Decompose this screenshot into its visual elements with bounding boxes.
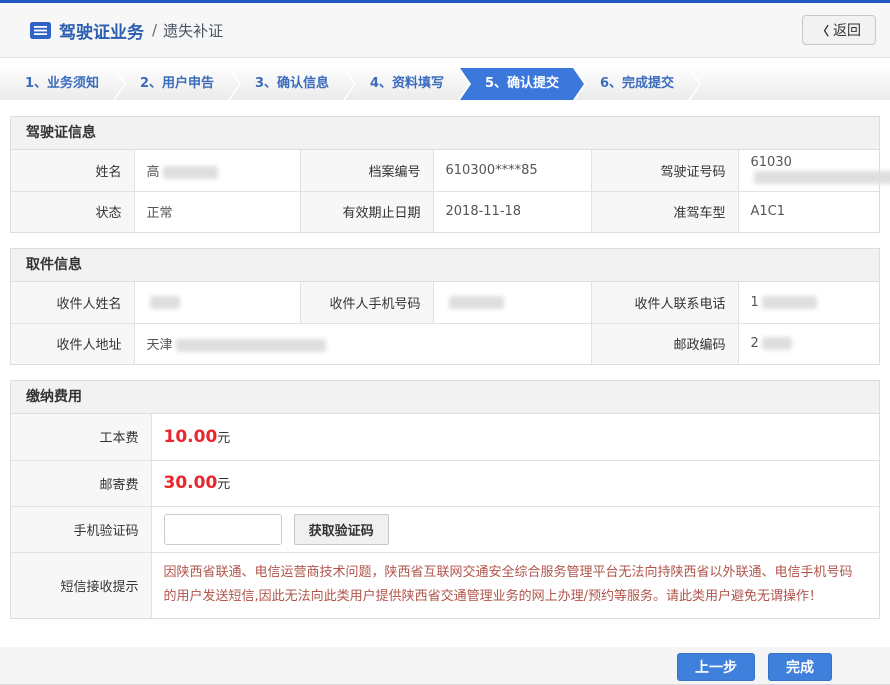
page: 驾驶证业务 / 遗失补证 〈 返回 1、业务须知 2、用户申告 3、确认信息 4… (0, 0, 890, 685)
section-pickup-info: 取件信息 收件人姓名 收件人手机号码 收件人联系电话 1 收件人地址 天津 邮政… (10, 248, 880, 365)
breadcrumb-current: 遗失补证 (163, 20, 223, 41)
step-tabs: 1、业务须知 2、用户申告 3、确认信息 4、资料填写 5、确认提交 6、完成提… (0, 68, 890, 100)
table-row: 手机验证码 获取验证码 (11, 506, 879, 552)
recipient-name-value (134, 282, 300, 323)
vehicle-class-label: 准驾车型 (591, 191, 738, 232)
previous-step-button[interactable]: 上一步 (677, 653, 755, 681)
license-info-table: 姓名 高 档案编号 610300****85 驾驶证号码 61030 状态 正常… (11, 150, 879, 232)
production-fee-value: 10.00元 (151, 414, 879, 460)
production-fee-unit: 元 (217, 431, 230, 446)
production-fee-amount: 10.00 (164, 427, 218, 447)
license-number-label: 驾驶证号码 (591, 150, 738, 191)
sms-code-input[interactable] (164, 514, 282, 545)
table-row: 收件人地址 天津 邮政编码 2 (11, 323, 879, 364)
section-license-title: 驾驶证信息 (11, 117, 879, 150)
status-value: 正常 (134, 191, 300, 232)
production-fee-label: 工本费 (11, 414, 151, 460)
tab-step-1[interactable]: 1、业务须知 (0, 68, 124, 100)
redacted-text (176, 339, 326, 352)
file-number-value: 610300****85 (433, 150, 591, 191)
recipient-phone-label: 收件人联系电话 (591, 282, 738, 323)
back-button-label: 返回 (833, 20, 861, 40)
fees-table: 工本费 10.00元 邮寄费 30.00元 手机验证码 获取验证码 短信接收提示 (11, 414, 879, 618)
mail-fee-amount: 30.00 (164, 473, 218, 493)
section-pickup-title: 取件信息 (11, 249, 879, 282)
tab-step-3[interactable]: 3、确认信息 (230, 68, 354, 100)
postal-code-label: 邮政编码 (591, 323, 738, 364)
mail-fee-unit: 元 (217, 477, 230, 492)
table-row: 状态 正常 有效期止日期 2018-11-18 准驾车型 A1C1 (11, 191, 879, 232)
redacted-text (150, 296, 180, 309)
table-row: 收件人姓名 收件人手机号码 收件人联系电话 1 (11, 282, 879, 323)
pickup-info-table: 收件人姓名 收件人手机号码 收件人联系电话 1 收件人地址 天津 邮政编码 2 (11, 282, 879, 364)
sms-notice-cell: 因陕西省联通、电信运营商技术问题，陕西省互联网交通安全综合服务管理平台无法向持陕… (151, 552, 879, 618)
redacted-text (754, 171, 890, 184)
table-row: 姓名 高 档案编号 610300****85 驾驶证号码 61030 (11, 150, 879, 191)
recipient-phone-value: 1 (738, 282, 879, 323)
back-chevron-icon: 〈 (817, 22, 829, 39)
table-row: 短信接收提示 因陕西省联通、电信运营商技术问题，陕西省互联网交通安全综合服务管理… (11, 552, 879, 618)
tab-step-4[interactable]: 4、资料填写 (345, 68, 469, 100)
mail-fee-label: 邮寄费 (11, 460, 151, 506)
file-number-label: 档案编号 (300, 150, 433, 191)
recipient-mobile-label: 收件人手机号码 (300, 282, 433, 323)
get-sms-code-button[interactable]: 获取验证码 (294, 514, 389, 545)
tab-step-5-active[interactable]: 5、确认提交 (460, 68, 584, 100)
recipient-name-label: 收件人姓名 (11, 282, 134, 323)
recipient-address-value: 天津 (134, 323, 591, 364)
header: 驾驶证业务 / 遗失补证 〈 返回 (0, 3, 890, 58)
redacted-text (163, 166, 218, 179)
sms-code-label: 手机验证码 (11, 506, 151, 552)
sms-notice-text: 因陕西省联通、电信运营商技术问题，陕西省互联网交通安全综合服务管理平台无法向持陕… (164, 561, 865, 610)
section-fees-title: 缴纳费用 (11, 381, 879, 414)
vehicle-class-value: A1C1 (738, 191, 879, 232)
section-license-info: 驾驶证信息 姓名 高 档案编号 610300****85 驾驶证号码 61030… (10, 116, 880, 233)
back-button[interactable]: 〈 返回 (802, 15, 876, 45)
footer-actions: 上一步 完成 (0, 647, 890, 685)
list-icon (30, 22, 51, 39)
status-label: 状态 (11, 191, 134, 232)
breadcrumb: 驾驶证业务 / 遗失补证 (30, 18, 223, 43)
redacted-text (762, 296, 817, 309)
redacted-text (449, 296, 504, 309)
table-row: 邮寄费 30.00元 (11, 460, 879, 506)
table-row: 工本费 10.00元 (11, 414, 879, 460)
section-fees: 缴纳费用 工本费 10.00元 邮寄费 30.00元 手机验证码 获取验证码 (10, 380, 880, 619)
mail-fee-value: 30.00元 (151, 460, 879, 506)
finish-button[interactable]: 完成 (768, 653, 832, 681)
name-label: 姓名 (11, 150, 134, 191)
expiry-date-label: 有效期止日期 (300, 191, 433, 232)
postal-code-value: 2 (738, 323, 879, 364)
recipient-address-label: 收件人地址 (11, 323, 134, 364)
main-content: 驾驶证信息 姓名 高 档案编号 610300****85 驾驶证号码 61030… (0, 100, 890, 619)
name-value: 高 (134, 150, 300, 191)
breadcrumb-divider: / (152, 21, 157, 39)
tab-step-2[interactable]: 2、用户申告 (115, 68, 239, 100)
step-tabs-filler (690, 68, 890, 100)
tab-step-6[interactable]: 6、完成提交 (575, 68, 699, 100)
page-title: 驾驶证业务 (59, 18, 144, 43)
sms-code-cell: 获取验证码 (151, 506, 879, 552)
redacted-text (762, 337, 792, 350)
license-number-value: 61030 (738, 150, 879, 191)
sms-notice-label: 短信接收提示 (11, 552, 151, 618)
expiry-date-value: 2018-11-18 (433, 191, 591, 232)
recipient-mobile-value (433, 282, 591, 323)
